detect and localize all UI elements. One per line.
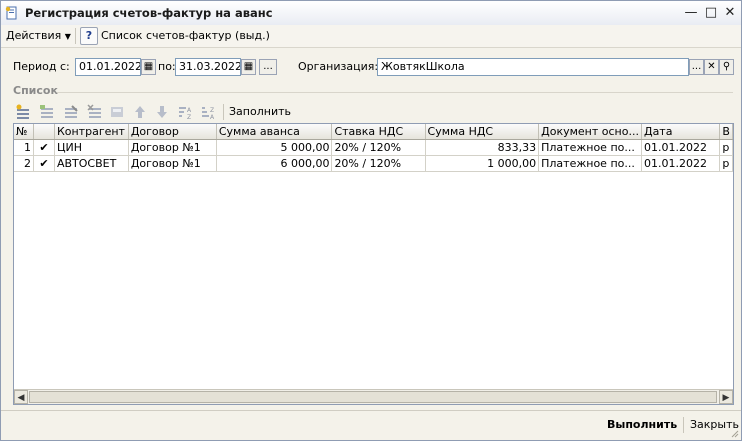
date-to-field[interactable]: 31.03.2022 [175, 58, 241, 76]
row-number: 2 [14, 155, 34, 172]
menu-divider [75, 28, 76, 44]
row-number: 1 [14, 139, 34, 156]
scroll-right-icon[interactable]: ▶ [719, 390, 733, 404]
contract-cell[interactable]: Договор №1 [128, 155, 217, 172]
sort-ascending-icon[interactable]: AZ [177, 104, 193, 120]
base-document-cell[interactable]: Платежное по... [538, 155, 642, 172]
column-header[interactable]: Сумма аванса [216, 124, 333, 140]
column-header[interactable]: № [14, 124, 34, 140]
window-title: Регистрация счетов-фактур на аванс [25, 6, 273, 20]
resize-grip-icon[interactable] [729, 428, 739, 438]
date-cell[interactable]: 01.01.2022 [641, 155, 721, 172]
run-button[interactable]: Выполнить [607, 417, 677, 433]
organization-field[interactable]: ЖовтякШкола [377, 58, 689, 76]
checkmark-icon[interactable]: ✔ [33, 139, 55, 156]
extra-cell[interactable]: р [719, 139, 733, 156]
vat-amount-cell[interactable]: 1 000,00 [425, 155, 540, 172]
delete-row-icon[interactable] [87, 104, 103, 120]
table-row[interactable]: 2 ✔ АВТОСВЕТ Договор №1 6 000,00 20% / 1… [14, 155, 733, 172]
invoice-table[interactable]: № Контрагент Договор Сумма аванса Ставка… [13, 123, 734, 405]
advance-amount-cell[interactable]: 5 000,00 [216, 139, 333, 156]
menu-bar: Действия ▼ ? Список счетов-фактур (выд.) [1, 25, 741, 48]
period-to-label: по: [158, 60, 176, 73]
close-button[interactable]: ✕ [722, 5, 738, 21]
end-edit-icon[interactable] [109, 104, 125, 120]
move-down-icon[interactable] [154, 104, 170, 120]
section-title: Список [13, 84, 58, 97]
column-header[interactable] [33, 124, 55, 140]
column-header[interactable]: В [719, 124, 733, 140]
organization-label: Организация: [298, 60, 379, 73]
vat-rate-cell[interactable]: 20% / 120% [331, 155, 426, 172]
counterparty-cell[interactable]: ЦИН [54, 139, 129, 156]
section-divider [57, 92, 733, 93]
chevron-down-icon: ▼ [64, 32, 71, 41]
checkmark-icon[interactable]: ✔ [33, 155, 55, 172]
table-header: № Контрагент Договор Сумма аванса Ставка… [14, 124, 733, 140]
calendar-icon[interactable]: ▦ [241, 59, 256, 75]
title-bar[interactable]: Регистрация счетов-фактур на аванс — □ ✕ [1, 1, 741, 26]
scroll-left-icon[interactable]: ◀ [14, 390, 28, 404]
actions-menu-label: Действия [6, 29, 62, 42]
footer-button-divider [683, 417, 684, 433]
column-header[interactable]: Договор [128, 124, 217, 140]
maximize-button[interactable]: □ [703, 5, 719, 21]
column-header[interactable]: Дата [641, 124, 721, 140]
main-window: Регистрация счетов-фактур на аванс — □ ✕… [0, 0, 742, 441]
search-icon[interactable]: ⚲ [719, 59, 734, 75]
horizontal-scrollbar[interactable]: ◀ ▶ [14, 389, 733, 404]
invoice-list-button[interactable]: Список счетов-фактур (выд.) [101, 28, 270, 44]
svg-text:A: A [187, 107, 192, 114]
move-up-icon[interactable] [132, 104, 148, 120]
counterparty-cell[interactable]: АВТОСВЕТ [54, 155, 129, 172]
org-select-button[interactable]: ... [689, 59, 704, 75]
calendar-icon[interactable]: ▦ [141, 59, 156, 75]
column-header[interactable]: Документ осно... [538, 124, 642, 140]
table-row[interactable]: 1 ✔ ЦИН Договор №1 5 000,00 20% / 120% 8… [14, 139, 733, 156]
svg-text:Z: Z [187, 114, 191, 120]
date-from-field[interactable]: 01.01.2022 [75, 58, 141, 76]
date-cell[interactable]: 01.01.2022 [641, 139, 721, 156]
scroll-thumb[interactable] [29, 391, 717, 403]
period-from-label: Период с: [13, 60, 70, 73]
advance-amount-cell[interactable]: 6 000,00 [216, 155, 333, 172]
column-header[interactable]: Контрагент [54, 124, 129, 140]
copy-row-icon[interactable] [39, 104, 55, 120]
help-button[interactable]: ? [80, 27, 98, 45]
edit-row-icon[interactable] [63, 104, 79, 120]
footer-divider [1, 410, 741, 411]
contract-cell[interactable]: Договор №1 [128, 139, 217, 156]
svg-text:A: A [210, 114, 215, 120]
minimize-button[interactable]: — [683, 5, 699, 21]
actions-menu[interactable]: Действия ▼ [6, 28, 71, 44]
fill-button[interactable]: Заполнить [229, 104, 291, 120]
sort-descending-icon[interactable]: ZA [200, 104, 216, 120]
base-document-cell[interactable]: Платежное по... [538, 139, 642, 156]
clear-icon[interactable]: ✕ [704, 59, 719, 75]
column-header[interactable]: Ставка НДС [331, 124, 426, 140]
add-row-icon[interactable] [15, 104, 31, 120]
vat-amount-cell[interactable]: 833,33 [425, 139, 540, 156]
period-select-button[interactable]: ... [259, 59, 277, 75]
table: № Контрагент Договор Сумма аванса Ставка… [14, 124, 733, 172]
toolbar-divider [223, 104, 224, 120]
svg-text:Z: Z [210, 107, 214, 114]
document-icon [5, 6, 17, 20]
extra-cell[interactable]: р [719, 155, 733, 172]
column-header[interactable]: Сумма НДС [425, 124, 540, 140]
vat-rate-cell[interactable]: 20% / 120% [331, 139, 426, 156]
